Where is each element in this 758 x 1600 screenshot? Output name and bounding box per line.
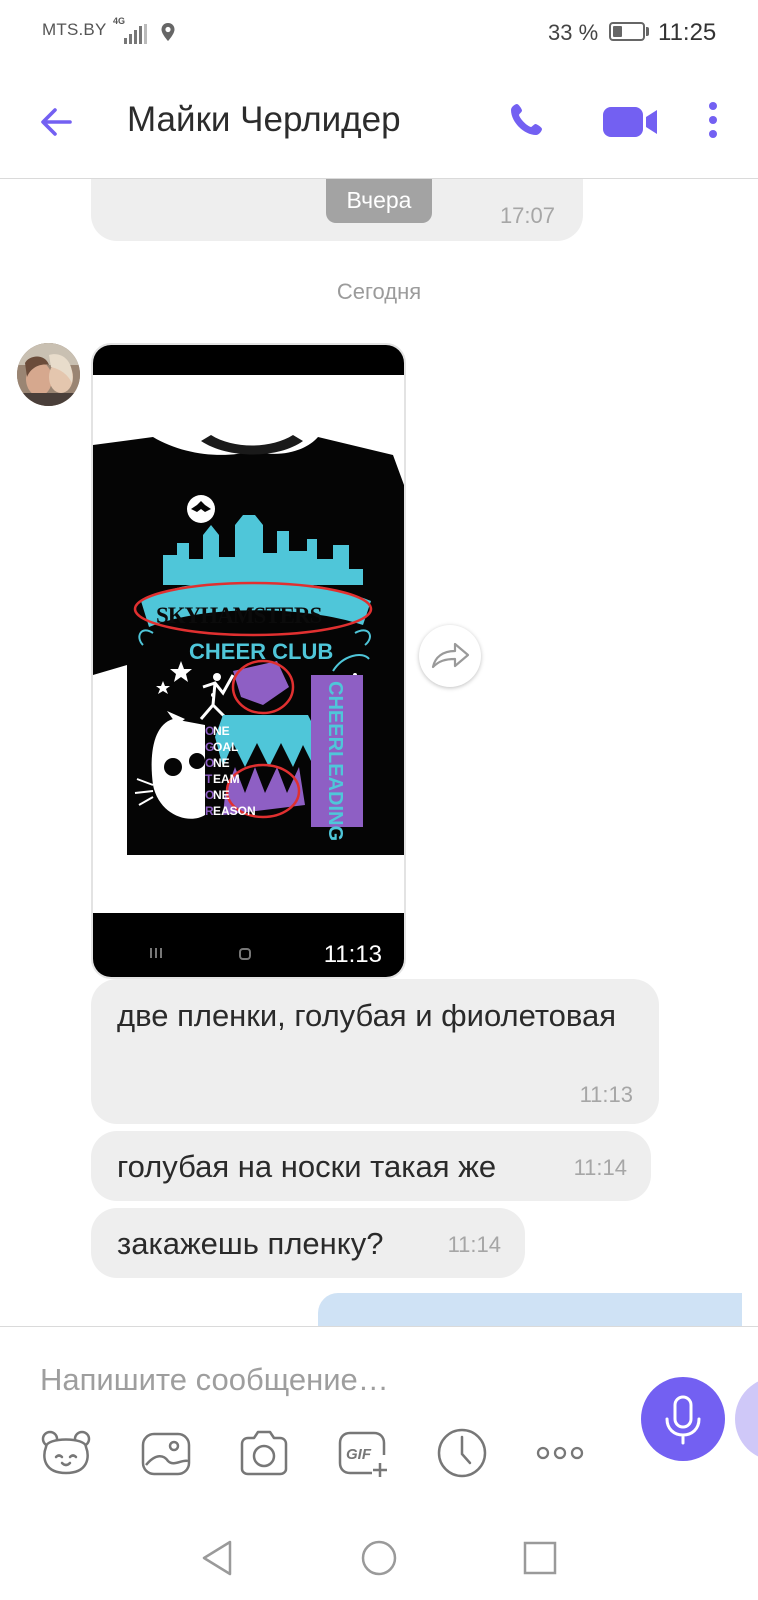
microphone-icon [665, 1395, 701, 1445]
timer-icon[interactable] [434, 1425, 490, 1481]
svg-text:T: T [205, 772, 213, 786]
message-list[interactable]: 17:07 Вчера Сегодня SKYHAMSTERS CHEER CL… [0, 179, 758, 1326]
message-time: 11:13 [579, 1082, 633, 1107]
nav-recents-icon[interactable] [518, 1536, 562, 1580]
extra-action-button[interactable] [735, 1377, 758, 1461]
avatar-image [17, 343, 80, 406]
message-bubble[interactable]: закажешь пленку? 11:14 [91, 1208, 525, 1278]
location-icon [161, 23, 175, 41]
chat-screen: MTS.BY 4G 33 % 11:25 Майки Черлидер 17:0… [0, 0, 758, 1600]
sticker-icon[interactable] [38, 1425, 94, 1481]
more-horizontal-icon[interactable] [532, 1425, 588, 1481]
svg-text:EAM: EAM [213, 772, 240, 786]
message-text: две пленки, голубая и фиолетовая [117, 998, 617, 1033]
signal-icon [114, 22, 150, 44]
chat-title[interactable]: Майки Черлидер [127, 100, 401, 140]
status-bar: MTS.BY 4G 33 % 11:25 [0, 0, 758, 64]
share-button[interactable] [419, 625, 481, 687]
svg-text:CHEERLEADING: CHEERLEADING [324, 681, 346, 841]
svg-text:GIF: GIF [346, 1446, 372, 1463]
message-input[interactable] [40, 1355, 600, 1405]
voice-message-button[interactable] [641, 1377, 725, 1461]
svg-text:NE: NE [213, 724, 230, 738]
message-time: 17:07 [499, 203, 555, 228]
avatar[interactable] [17, 343, 80, 406]
message-text: голубая на носки такая же [117, 1149, 497, 1184]
mini-recents-icon [150, 948, 162, 958]
camera-icon[interactable] [236, 1425, 292, 1481]
message-bubble[interactable]: две пленки, голубая и фиолетовая 11:13 [91, 979, 659, 1124]
carrier-name: MTS.BY [42, 20, 107, 39]
more-vertical-icon[interactable] [706, 100, 720, 140]
svg-text:NE: NE [213, 788, 230, 802]
phone-icon[interactable] [506, 100, 546, 140]
photo-time: 11:13 [323, 941, 382, 968]
message-composer: GIF [0, 1326, 758, 1517]
gif-icon[interactable]: GIF [334, 1425, 390, 1481]
back-arrow-icon[interactable] [36, 102, 76, 142]
system-nav-bar [0, 1516, 758, 1600]
chat-header: Майки Черлидер [0, 64, 758, 179]
gallery-icon[interactable] [138, 1425, 194, 1481]
nav-back-icon[interactable] [196, 1536, 240, 1580]
message-time: 11:14 [573, 1155, 627, 1180]
tshirt-image: SKYHAMSTERS CHEER CLUB ONE GOAL ONE T EA… [93, 375, 404, 915]
date-separator: Сегодня [336, 279, 422, 304]
outgoing-message-bubble[interactable] [318, 1293, 742, 1326]
battery-percent: 33 % [548, 20, 599, 45]
share-arrow-icon [431, 642, 470, 669]
nav-home-icon[interactable] [357, 1536, 401, 1580]
date-chip: Вчера [326, 179, 432, 223]
video-camera-icon[interactable] [602, 104, 660, 140]
status-time: 11:25 [658, 19, 717, 46]
svg-text:EASON: EASON [213, 804, 256, 818]
svg-text:NE: NE [213, 756, 230, 770]
svg-text:SKYHAMSTERS: SKYHAMSTERS [156, 603, 322, 628]
message-bubble[interactable]: голубая на носки такая же 11:14 [91, 1131, 651, 1201]
battery-icon [609, 22, 645, 41]
message-time: 11:14 [447, 1232, 501, 1257]
svg-text:OAL: OAL [213, 740, 238, 754]
mini-home-icon [239, 948, 251, 960]
photo-message[interactable]: SKYHAMSTERS CHEER CLUB O NE G OAL O NE T… [91, 343, 406, 979]
message-text: закажешь пленку? [117, 1226, 384, 1261]
photo-bottom-bar: 11:13 [93, 913, 404, 977]
photo-top-bar [93, 345, 404, 375]
battery-tip [646, 27, 649, 36]
